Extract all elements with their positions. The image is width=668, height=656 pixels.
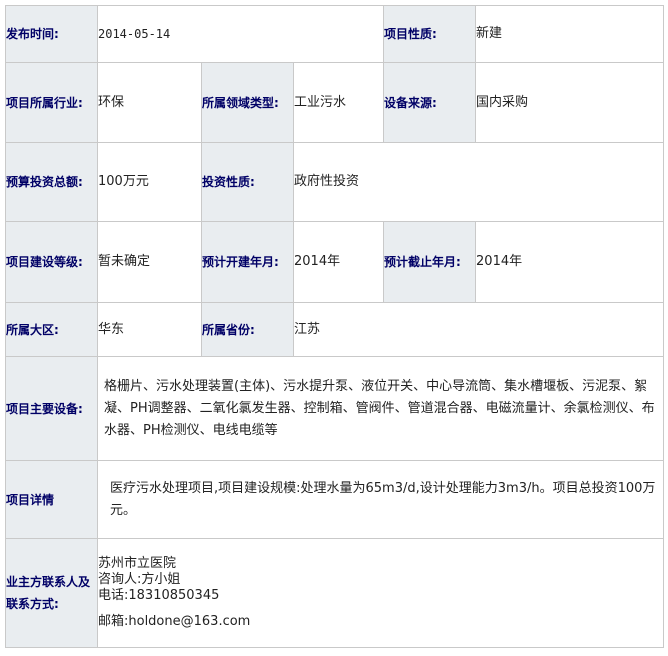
investment-nature-label: 投资性质: (201, 142, 294, 222)
industry-label: 项目所属行业: (5, 62, 98, 143)
province-value: 江苏 (292, 302, 665, 357)
planned-start-value: 2014年 (292, 221, 385, 303)
project-info-table: 发布时间: 2014-05-14 项目性质: 新建 项目所属行业: 环保 所属领… (5, 5, 665, 648)
main-equipment-label: 项目主要设备: (5, 356, 98, 461)
contact-email: 邮箱:holdone@163.com (98, 614, 251, 629)
equipment-source-value: 国内采购 (475, 62, 665, 143)
planned-start-label: 预计开建年月: (201, 221, 294, 303)
region-value: 华东 (97, 302, 202, 357)
details-label: 项目详情 (5, 460, 98, 539)
row-budget: 预算投资总额: 100万元 投资性质: 政府性投资 (5, 142, 665, 222)
row-construction: 项目建设等级: 暂未确定 预计开建年月: 2014年 预计截止年月: 2014年 (5, 221, 665, 303)
row-main-equipment: 项目主要设备: 格栅片、污水处理装置(主体)、污水提升泵、液位开关、中心导流筒、… (5, 356, 665, 461)
publish-time-value: 2014-05-14 (96, 5, 385, 63)
construction-level-label: 项目建设等级: (5, 221, 98, 303)
contact-value: 苏州市立医院 咨询人:方小姐 电话:18310850345 邮箱:holdone… (96, 538, 665, 648)
industry-value: 环保 (97, 62, 202, 143)
row-publish-time: 发布时间: 2014-05-14 项目性质: 新建 (5, 5, 665, 63)
construction-level-value: 暂未确定 (97, 221, 202, 303)
details-value: 医疗污水处理项目,项目建设规模:处理水量为65m3/d,设计处理能力3m3/h。… (96, 460, 665, 539)
investment-nature-value: 政府性投资 (292, 142, 665, 222)
contact-person: 咨询人:方小姐 (98, 572, 181, 587)
province-label: 所属省份: (201, 302, 294, 357)
row-industry: 项目所属行业: 环保 所属领域类型: 工业污水 设备来源: 国内采购 (5, 62, 665, 143)
budget-label: 预算投资总额: (5, 142, 98, 222)
budget-value: 100万元 (97, 142, 202, 222)
contact-org: 苏州市立医院 (98, 556, 177, 571)
field-type-label: 所属领域类型: (201, 62, 294, 143)
field-type-value: 工业污水 (292, 62, 385, 143)
project-nature-label: 项目性质: (383, 5, 477, 63)
publish-time-label: 发布时间: (5, 5, 98, 63)
row-details: 项目详情 医疗污水处理项目,项目建设规模:处理水量为65m3/d,设计处理能力3… (5, 460, 665, 539)
row-contact: 业主方联系人及联系方式: 苏州市立医院 咨询人:方小姐 电话:183108503… (5, 538, 665, 648)
contact-label: 业主方联系人及联系方式: (5, 538, 98, 648)
row-region: 所属大区: 华东 所属省份: 江苏 (5, 302, 665, 357)
planned-end-value: 2014年 (475, 221, 665, 303)
project-nature-value: 新建 (475, 5, 665, 63)
region-label: 所属大区: (5, 302, 98, 357)
equipment-source-label: 设备来源: (383, 62, 477, 143)
planned-end-label: 预计截止年月: (383, 221, 477, 303)
main-equipment-value: 格栅片、污水处理装置(主体)、污水提升泵、液位开关、中心导流筒、集水槽堰板、污泥… (96, 356, 665, 461)
contact-phone: 电话:18310850345 (98, 588, 220, 603)
